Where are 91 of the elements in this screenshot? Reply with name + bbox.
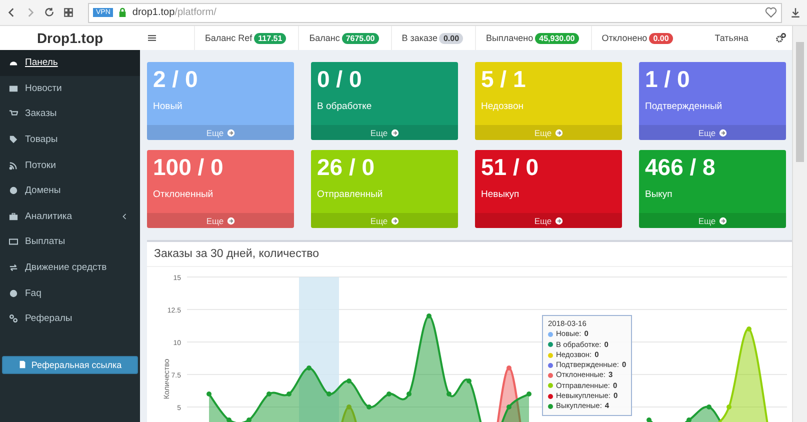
point <box>266 392 272 396</box>
point <box>506 404 512 410</box>
more-link[interactable]: Еще <box>311 125 458 140</box>
point <box>706 404 712 410</box>
arrow-circle-icon <box>554 216 563 224</box>
cart-icon <box>9 109 18 118</box>
card-count: 51 / 0 <box>480 153 540 181</box>
card-count: 0 / 0 <box>316 65 363 93</box>
more-link[interactable]: Еще <box>639 125 786 140</box>
chevron-icon <box>122 212 127 220</box>
stat-label: Выплачено <box>486 33 534 43</box>
sidebar-item[interactable]: Выплаты <box>0 229 140 255</box>
arrows-icon <box>9 263 18 272</box>
card-count: 26 / 0 <box>316 153 376 181</box>
stat-badge: 45,930.00 <box>535 32 579 44</box>
sidebar-item[interactable]: Движение средств <box>0 254 140 280</box>
briefcase-icon <box>9 212 18 221</box>
point <box>366 404 372 410</box>
url-text: drop1.top/platform/ <box>132 7 218 18</box>
more-link[interactable]: Еще <box>475 213 622 228</box>
card-label: Подтвержденный <box>644 100 724 114</box>
point <box>446 392 452 396</box>
point <box>406 392 412 396</box>
sidebar-item[interactable]: Новости <box>0 76 140 102</box>
gears-icon[interactable] <box>776 33 786 43</box>
arrow-circle-icon <box>718 216 727 224</box>
document-icon <box>18 360 28 370</box>
arrow-circle-icon <box>226 216 235 224</box>
arrow-circle-icon <box>226 128 235 136</box>
card-label: В обработке <box>316 100 373 114</box>
point <box>466 378 472 384</box>
card-label: Недозвон <box>480 100 524 114</box>
point <box>726 404 732 410</box>
point <box>426 314 432 318</box>
stat-label: Отклонено <box>602 33 648 43</box>
arrow-circle-icon <box>390 216 399 224</box>
point <box>286 392 292 396</box>
card-label: Новый <box>152 100 184 114</box>
point <box>206 392 212 396</box>
point <box>246 418 252 422</box>
stat-badge: 0.00 <box>649 32 673 44</box>
point <box>346 378 352 384</box>
stat-badge: 7675.00 <box>342 32 379 44</box>
heart-icon[interactable] <box>765 7 777 18</box>
sidebar-item[interactable]: Товары <box>0 126 140 152</box>
point <box>686 418 692 422</box>
stat-badge: 117.51 <box>254 32 286 44</box>
link-icon <box>9 314 18 324</box>
sidebar-item[interactable]: Домены <box>0 178 140 204</box>
point <box>226 418 232 422</box>
card-count: 100 / 0 <box>152 153 224 181</box>
grid-icon[interactable] <box>63 7 74 18</box>
card-label: Выкуп <box>644 188 674 202</box>
stat-label: В заказе <box>402 33 438 43</box>
tag-icon <box>9 135 18 144</box>
menu-icon[interactable] <box>148 34 156 42</box>
card-label: Отклоненный <box>152 188 214 202</box>
point <box>326 392 332 396</box>
point <box>306 366 312 370</box>
stat-label: Баланс Ref <box>205 33 252 43</box>
card-label: Отправленный <box>316 188 384 202</box>
arrow-circle-icon <box>554 128 563 136</box>
referral-link-button[interactable]: Реферальная ссылка <box>2 356 138 374</box>
point <box>646 418 652 422</box>
lock-icon <box>118 7 128 18</box>
sidebar-item[interactable]: Потоки <box>0 152 140 178</box>
card-count: 466 / 8 <box>644 153 716 181</box>
logo-text[interactable]: Drop1.top <box>0 26 140 50</box>
arrow-circle-icon <box>718 128 727 136</box>
scrollbar[interactable] <box>792 26 807 422</box>
point <box>386 392 392 396</box>
point <box>746 326 752 332</box>
sidebar-item[interactable]: Faq <box>0 280 140 306</box>
download-icon[interactable] <box>790 7 801 18</box>
card-count: 1 / 0 <box>644 65 691 93</box>
rss-icon <box>9 160 18 170</box>
point <box>506 366 512 370</box>
card-count: 5 / 1 <box>480 65 527 93</box>
sidebar-item[interactable]: Заказы <box>0 101 140 127</box>
sidebar-item[interactable]: Панель <box>0 50 140 76</box>
stat-badge: 0.00 <box>439 32 464 44</box>
user-name[interactable]: Татьяна <box>714 33 748 43</box>
point <box>526 392 532 396</box>
arrow-circle-icon <box>390 128 399 136</box>
card-count: 2 / 0 <box>152 65 199 93</box>
stat-label: Баланс <box>309 33 340 43</box>
card-label: Невыкуп <box>480 188 520 202</box>
sidebar-item[interactable]: Аналитика <box>0 204 140 230</box>
sidebar-item[interactable]: Рефералы <box>0 306 140 332</box>
point <box>346 404 352 410</box>
reload-icon[interactable] <box>44 7 55 18</box>
